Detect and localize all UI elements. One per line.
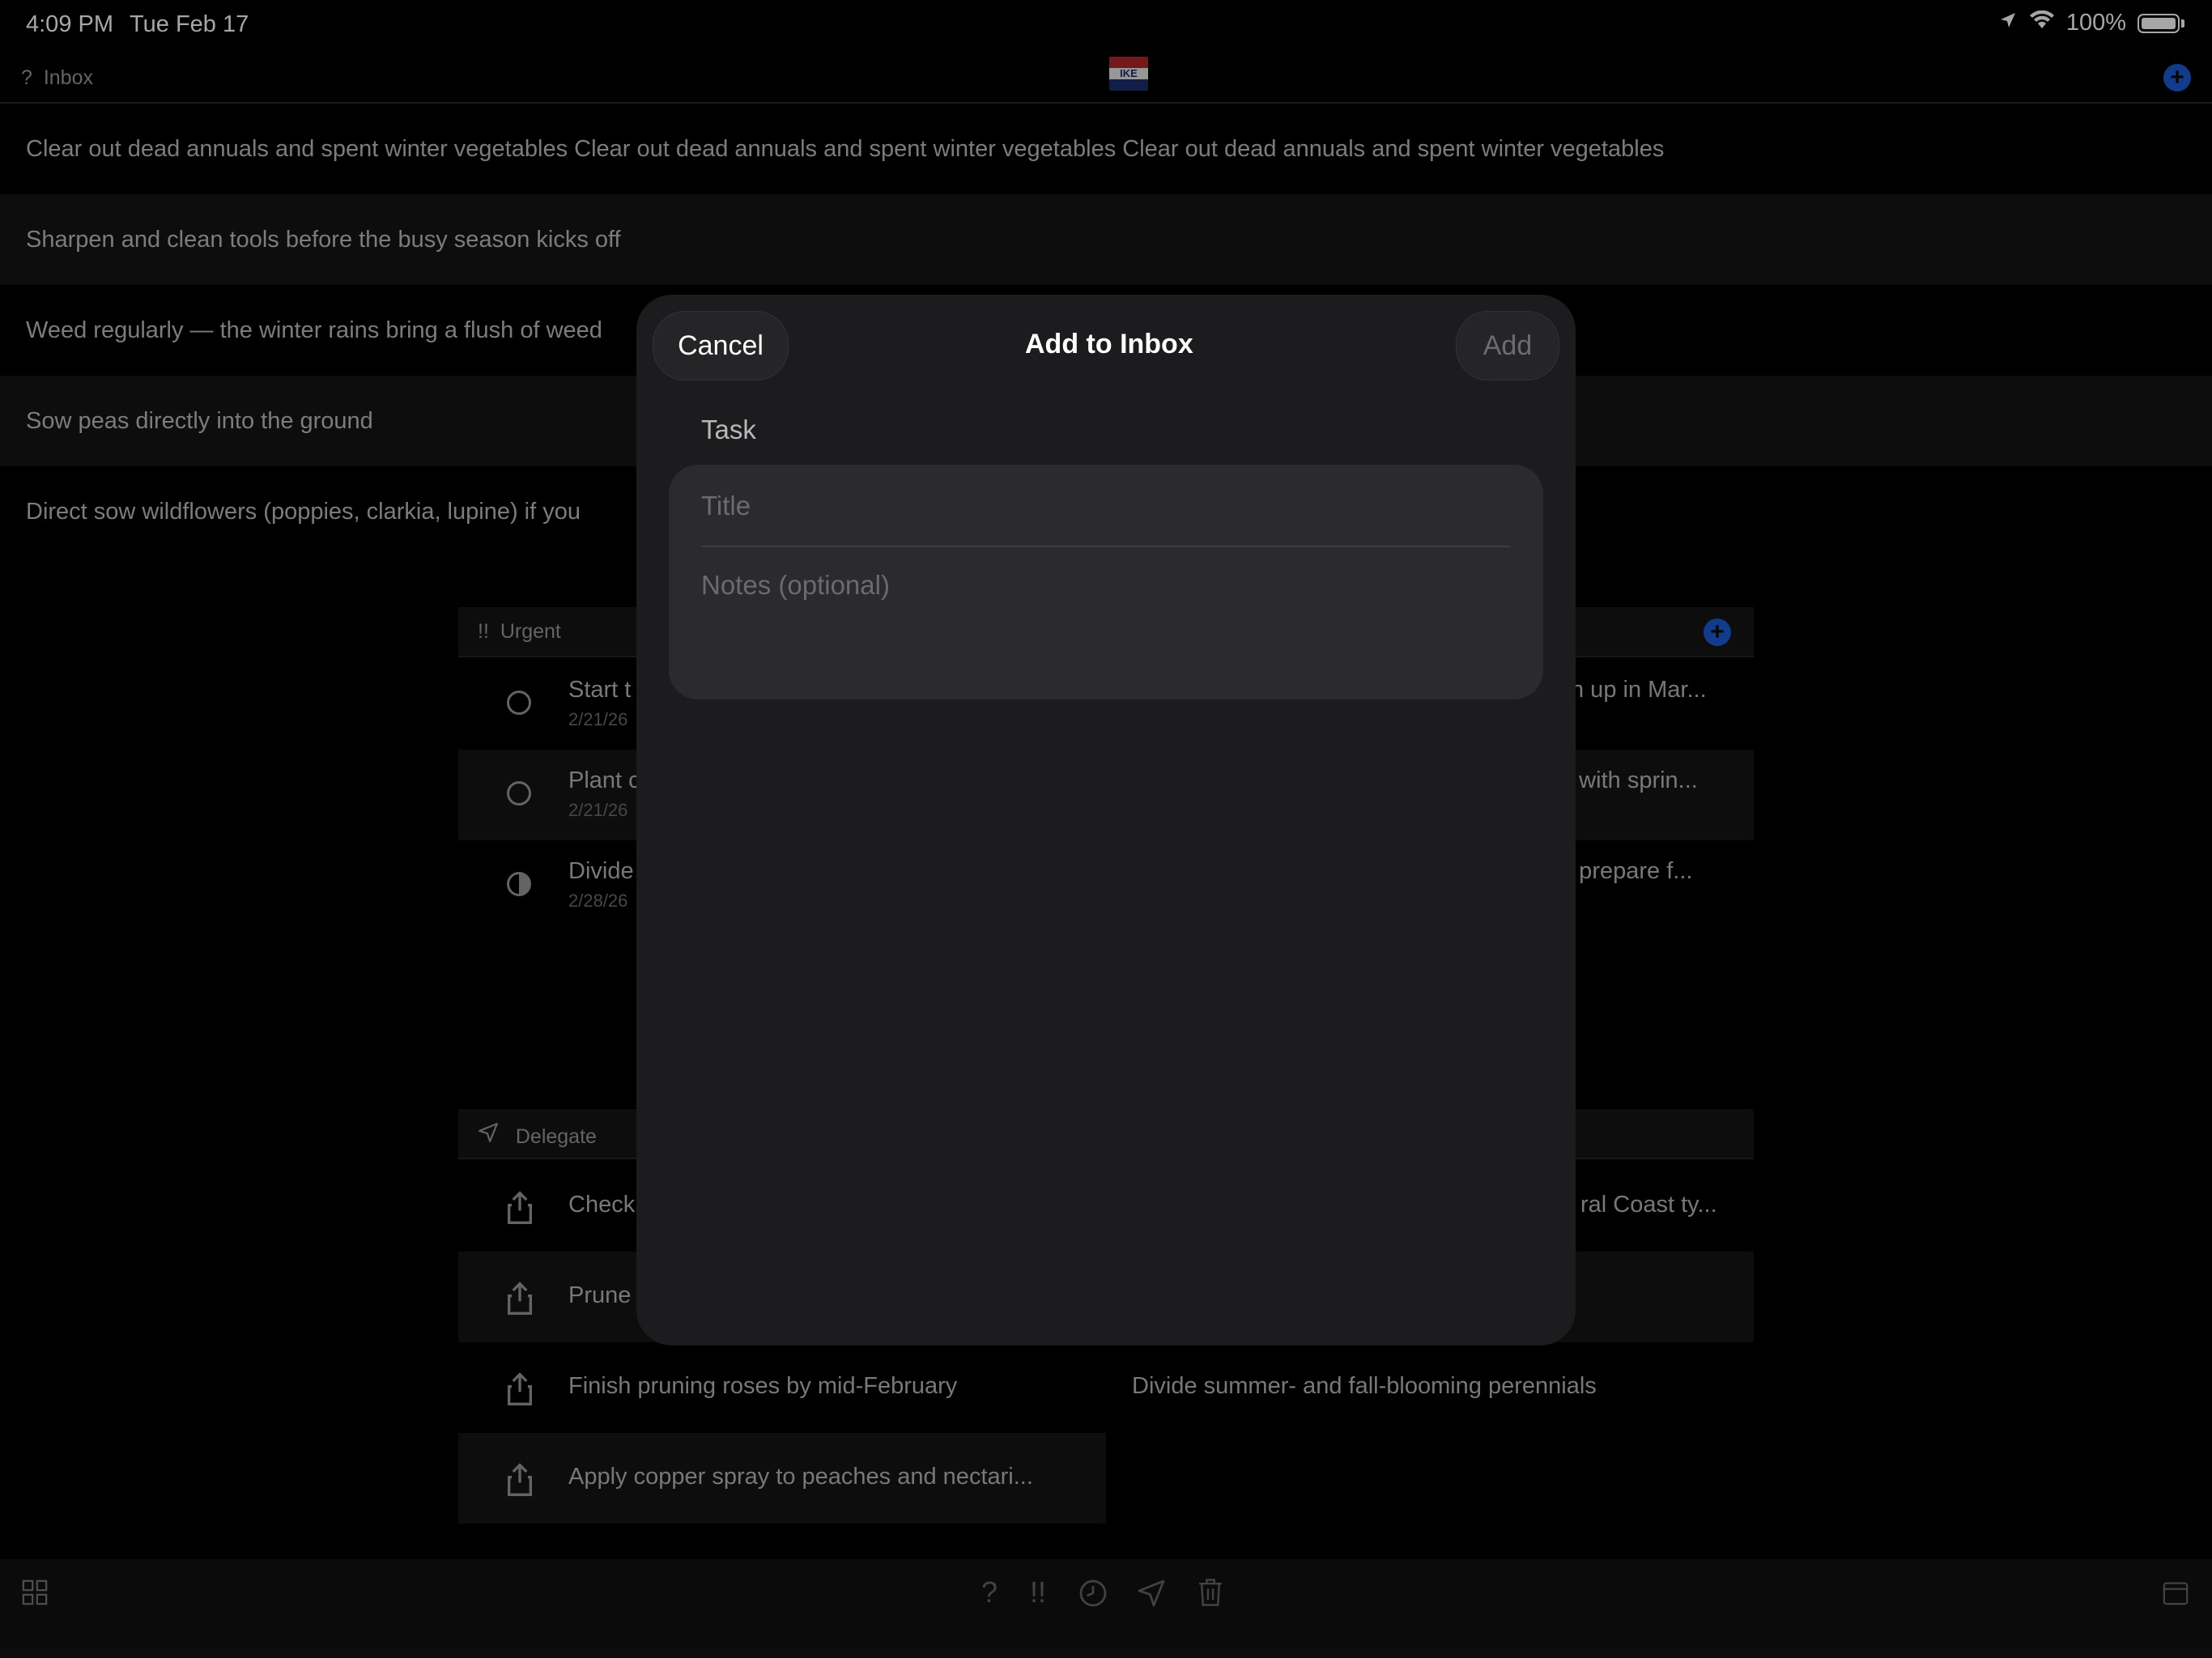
add-button[interactable]: Add (1456, 311, 1559, 380)
field-divider (701, 546, 1511, 547)
modal-title: Add to Inbox (1025, 329, 1193, 359)
notes-input[interactable] (701, 570, 1511, 667)
cancel-button[interactable]: Cancel (653, 311, 789, 380)
add-to-inbox-sheet (636, 295, 1576, 1346)
task-section-label: Task (701, 414, 756, 444)
title-input[interactable] (701, 486, 1511, 526)
